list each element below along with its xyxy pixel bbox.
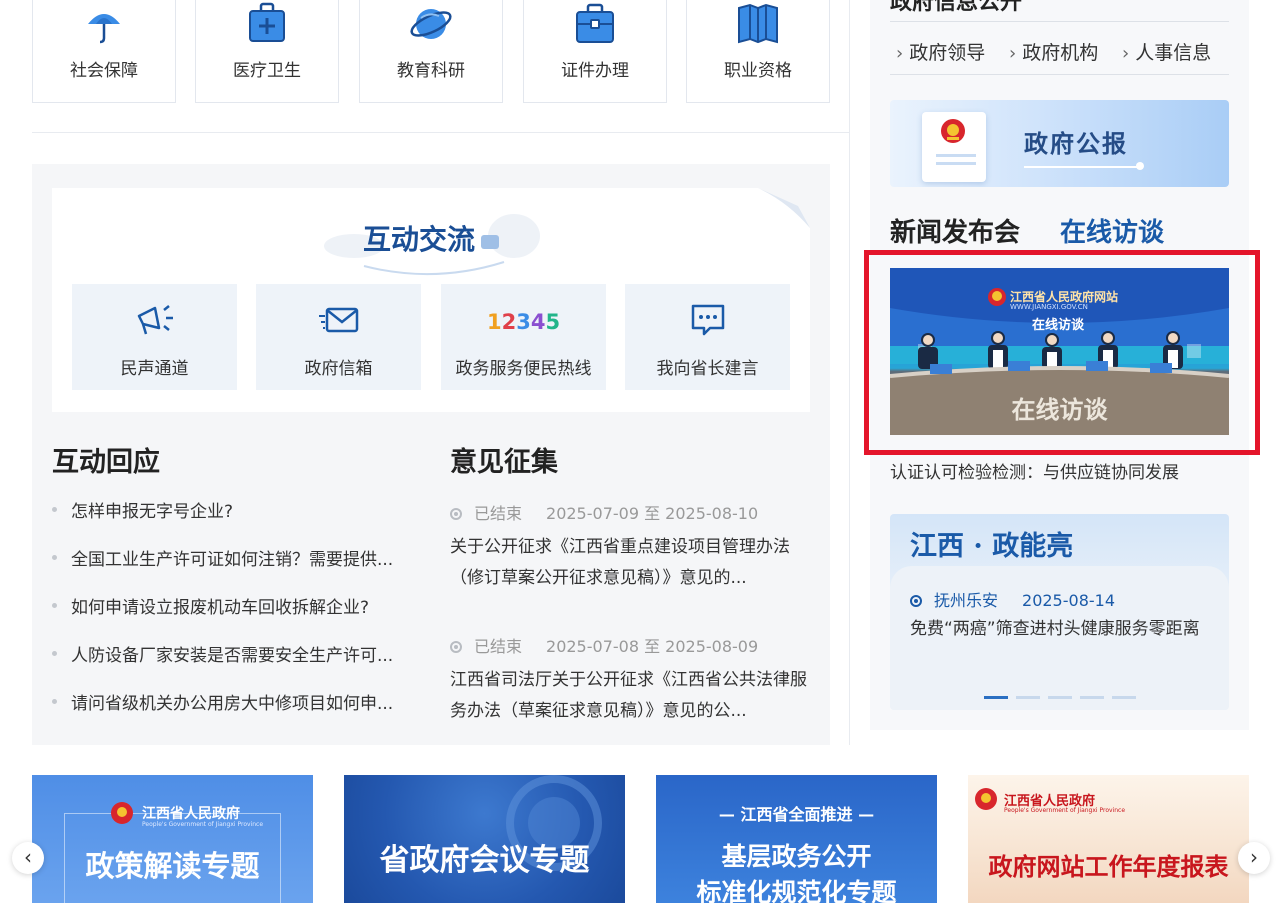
location-icon: [910, 595, 922, 607]
interaction-panel: 互动交流 民声通道 政府信箱 12345 政务服务便民热线 我向省长建言 互动回…: [32, 164, 830, 745]
banner-annual-report[interactable]: 江西省人民政府 People's Government of Jiangxi P…: [968, 775, 1249, 903]
banner-grassroots-openness[interactable]: — 江西省全面推进 — 基层政务公开 标准化规范化专题: [656, 775, 937, 903]
tile-label: 社会保障: [70, 61, 138, 81]
opinion-item[interactable]: 关于公开征求《江西省重点建设项目管理办法（修订草案公开征求意见稿）》意见的...: [450, 532, 812, 594]
national-emblem-icon: [975, 788, 997, 810]
tile-label: 职业资格: [724, 61, 792, 81]
response-item[interactable]: 全国工业生产许可证如何注销？需要提供...: [52, 545, 412, 570]
opinions-title: 意见征集: [450, 447, 558, 478]
news-headline[interactable]: 免费“两癌”筛查进村头健康服务零距离: [910, 616, 1215, 643]
chat-bubble-icon: [481, 234, 499, 249]
carousel-dot[interactable]: [1016, 696, 1040, 699]
response-item[interactable]: 请问省级机关办公用房大中修项目如何申...: [52, 689, 412, 714]
megaphone-icon: [137, 305, 173, 335]
chevron-right-icon: ›: [1009, 43, 1017, 64]
carousel-next-button[interactable]: ›: [1238, 842, 1270, 874]
opinion-meta: 已结束 2025-07-08 至 2025-08-09: [450, 633, 758, 657]
tile-label: 医疗卫生: [233, 61, 301, 81]
national-emblem-icon: [941, 119, 965, 143]
interaction-title: 互动交流: [52, 218, 810, 258]
gov-gazette-banner[interactable]: 政府公报: [890, 100, 1229, 187]
responses-title: 互动回应: [52, 447, 160, 478]
response-item[interactable]: 怎样申报无字号企业?: [52, 497, 412, 522]
service-gov-mailbox[interactable]: 政府信箱: [256, 284, 421, 390]
link-personnel-info[interactable]: › 人事信息: [1122, 38, 1211, 65]
link-gov-leaders[interactable]: › 政府领导: [896, 38, 985, 65]
book-icon: [738, 3, 778, 44]
tile-certificates[interactable]: 证件办理: [523, 0, 667, 103]
planet-icon: [410, 9, 452, 39]
response-item[interactable]: 人防设备厂家安装是否需要安全生产许可...: [52, 641, 412, 666]
chevron-right-icon: ›: [896, 43, 904, 64]
tile-medical[interactable]: 医疗卫生: [195, 0, 339, 103]
divider: [32, 132, 849, 133]
service-voice-channel[interactable]: 民声通道: [72, 284, 237, 390]
banner-policy-interpretation[interactable]: 江西省人民政府 People's Government of Jiangxi P…: [32, 775, 313, 903]
divider: [890, 74, 1229, 75]
tab-press-conference[interactable]: 新闻发布会: [890, 212, 1020, 249]
service-hotline[interactable]: 12345 政务服务便民热线: [441, 284, 606, 390]
tile-label: 证件办理: [561, 61, 629, 81]
video-caption-link[interactable]: 认证认可检验检测：与供应链协同发展: [890, 458, 1179, 483]
status-icon: [450, 641, 462, 653]
info-disclosure-title: 政府信息公开: [890, 0, 1023, 15]
tile-education[interactable]: 教育科研: [359, 0, 503, 103]
link-gov-agencies[interactable]: › 政府机构: [1009, 38, 1098, 65]
tile-qualifications[interactable]: 职业资格: [686, 0, 830, 103]
interaction-card: 互动交流 民声通道 政府信箱 12345 政务服务便民热线 我向省长建言: [52, 188, 810, 412]
carousel-dot[interactable]: [1112, 696, 1136, 699]
service-suggest-governor[interactable]: 我向省长建言: [625, 284, 790, 390]
national-emblem-icon: [111, 802, 133, 824]
carousel-prev-button[interactable]: ‹: [12, 842, 44, 874]
opinion-item[interactable]: 江西省司法厅关于公开征求《江西省公共法律服务办法（草案征求意见稿）》意见的公..…: [450, 665, 812, 727]
carousel-dot[interactable]: [984, 696, 1008, 699]
tile-social-security[interactable]: 社会保障: [32, 0, 176, 103]
response-item[interactable]: 如何申请设立报废机动车回收拆解企业?: [52, 593, 412, 618]
carousel-dot[interactable]: [1080, 696, 1104, 699]
divider: [890, 21, 1229, 22]
opinion-meta: 已结束 2025-07-09 至 2025-08-10: [450, 500, 758, 524]
column-divider: [849, 0, 850, 745]
news-meta: 抚州乐安 2025-08-14: [910, 587, 1115, 611]
chevron-left-icon: ‹: [24, 845, 32, 869]
jiangxi-zhengnengliang-card: 江西 · 政能亮 抚州乐安 2025-08-14 免费“两癌”筛查进村头健康服务零…: [890, 514, 1229, 710]
tile-label: 教育科研: [397, 61, 465, 81]
chevron-right-icon: ›: [1250, 845, 1258, 869]
umbrella-icon: [88, 14, 120, 44]
mail-icon: [318, 307, 358, 333]
carousel-dot[interactable]: [1048, 696, 1072, 699]
medical-kit-icon: [249, 2, 285, 42]
carousel-indicators: [984, 684, 1144, 703]
status-icon: [450, 508, 462, 520]
hotline-12345-icon: 12345: [486, 310, 561, 334]
briefcase-icon: [576, 3, 614, 43]
banner-gov-meeting[interactable]: 省政府会议专题: [344, 775, 625, 903]
tab-online-interview[interactable]: 在线访谈: [1060, 212, 1164, 249]
chat-bubble-icon: [691, 304, 724, 336]
highlight-box: [864, 250, 1260, 455]
chevron-right-icon: ›: [1122, 43, 1130, 64]
